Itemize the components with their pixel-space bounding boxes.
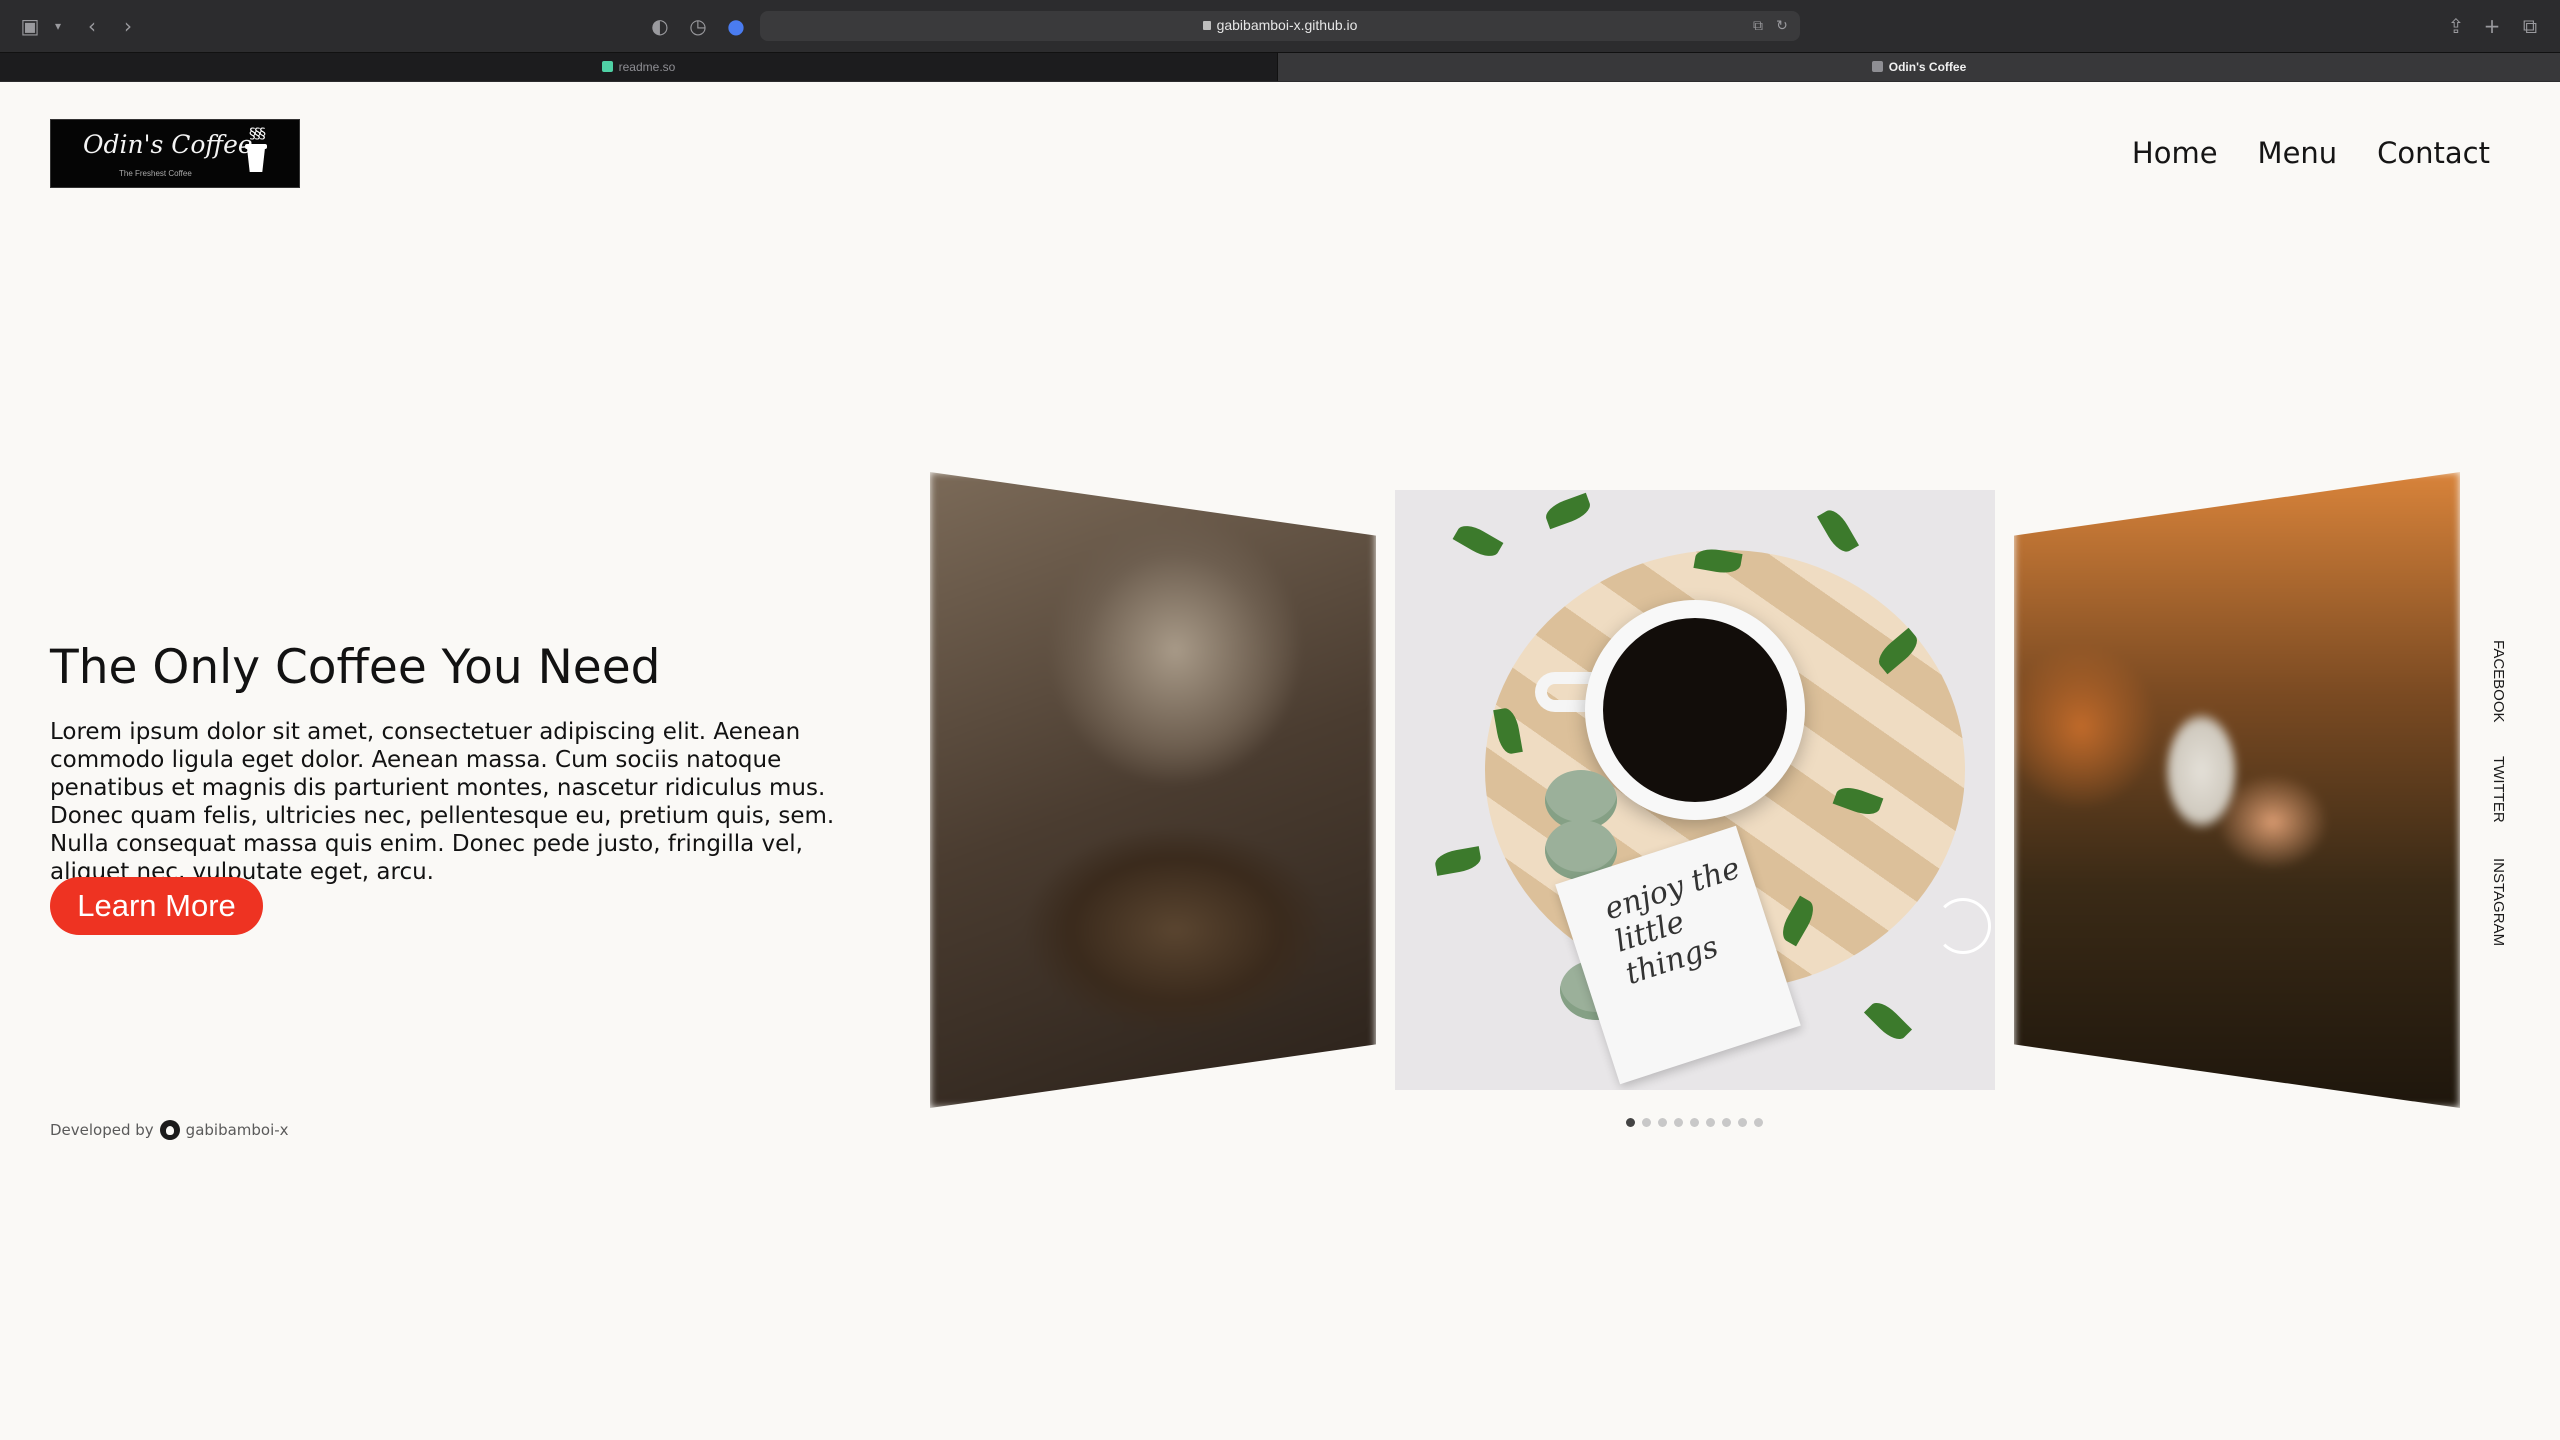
steam-icon: §§§: [249, 126, 266, 142]
carousel-slide-next[interactable]: [2014, 472, 2460, 1108]
carousel-slide-prev[interactable]: [930, 472, 1376, 1108]
author-link[interactable]: gabibamboi-x: [186, 1121, 289, 1139]
carousel-dot[interactable]: [1738, 1118, 1747, 1127]
logo-title: Odin's Coffee: [83, 130, 253, 159]
hero-body: Lorem ipsum dolor sit amet, consectetuer…: [50, 719, 835, 885]
back-icon[interactable]: ‹: [80, 14, 104, 38]
nav-contact[interactable]: Contact: [2377, 136, 2490, 170]
loading-ring-icon: [1935, 898, 1991, 954]
coffee-cup-icon: [247, 148, 265, 172]
sidebar-toggle-icon[interactable]: ▣: [18, 14, 42, 38]
share-icon[interactable]: ⇪: [2444, 14, 2468, 38]
tab-title: Odin's Coffee: [1888, 60, 1967, 74]
leaf-image: [1433, 846, 1483, 876]
tab-bar: readme.so Odin's Coffee: [0, 52, 2560, 81]
tab-odins-coffee[interactable]: Odin's Coffee: [1278, 53, 2560, 81]
tab-overview-icon[interactable]: ⧉: [2518, 14, 2542, 38]
tab-favicon-icon: [1871, 61, 1883, 72]
facebook-link[interactable]: FACEBOOK: [2490, 640, 2507, 723]
leaf-image: [1863, 996, 1913, 1046]
twitter-link[interactable]: TWITTER: [2490, 756, 2507, 823]
hero-title: The Only Coffee You Need: [50, 640, 661, 695]
developer-credit: Developed by gabibamboi-x: [50, 1120, 289, 1140]
lock-icon: [1202, 21, 1211, 30]
extension-icon[interactable]: ●: [724, 14, 748, 38]
carousel-dot[interactable]: [1706, 1118, 1715, 1127]
tab-favicon-icon: [601, 61, 613, 72]
tab-readme[interactable]: readme.so: [0, 53, 1278, 81]
carousel-dot[interactable]: [1754, 1118, 1763, 1127]
browser-toolbar: ▣ ▾ ‹ › ◐ ◷ ● gabibamboi-x.github.io ⧉ ↻…: [0, 0, 2560, 52]
coffee-image: [1603, 618, 1787, 802]
carousel-pagination: [1626, 1118, 1763, 1127]
carousel-dot[interactable]: [1658, 1118, 1667, 1127]
github-icon[interactable]: [159, 1120, 180, 1140]
tab-title: readme.so: [618, 60, 676, 74]
carousel-dot[interactable]: [1690, 1118, 1699, 1127]
nav-home[interactable]: Home: [2132, 136, 2218, 170]
browser-chrome: ▣ ▾ ‹ › ◐ ◷ ● gabibamboi-x.github.io ⧉ ↻…: [0, 0, 2560, 82]
address-bar[interactable]: gabibamboi-x.github.io ⧉ ↻: [760, 11, 1800, 41]
nav-menu[interactable]: Menu: [2258, 136, 2338, 170]
learn-more-button[interactable]: Learn More: [50, 877, 263, 935]
reload-icon[interactable]: ↻: [1770, 14, 1794, 38]
instagram-link[interactable]: INSTAGRAM: [2490, 858, 2507, 946]
leaf-image: [1542, 492, 1594, 530]
forward-icon[interactable]: ›: [116, 14, 140, 38]
translate-icon[interactable]: ⧉: [1746, 14, 1770, 38]
carousel-dot[interactable]: [1626, 1118, 1635, 1127]
carousel-dot[interactable]: [1642, 1118, 1651, 1127]
main-nav: Home Menu Contact: [2132, 136, 2490, 170]
leaf-image: [1452, 519, 1504, 563]
chevron-down-icon[interactable]: ▾: [46, 14, 70, 38]
leaf-image: [1816, 505, 1860, 557]
site-logo[interactable]: Odin's Coffee The Freshest Coffee §§§: [50, 119, 300, 188]
shield-icon[interactable]: ◐: [648, 14, 672, 38]
carousel-slide-active[interactable]: enjoy the little things: [1395, 490, 1995, 1090]
developed-by-label: Developed by: [50, 1121, 154, 1139]
history-icon[interactable]: ◷: [686, 14, 710, 38]
logo-subtitle: The Freshest Coffee: [119, 169, 192, 178]
carousel-dot[interactable]: [1674, 1118, 1683, 1127]
url-text: gabibamboi-x.github.io: [1216, 17, 1358, 33]
card-text: enjoy the little things: [1600, 850, 1745, 992]
carousel-dot[interactable]: [1722, 1118, 1731, 1127]
new-tab-icon[interactable]: +: [2480, 14, 2504, 38]
